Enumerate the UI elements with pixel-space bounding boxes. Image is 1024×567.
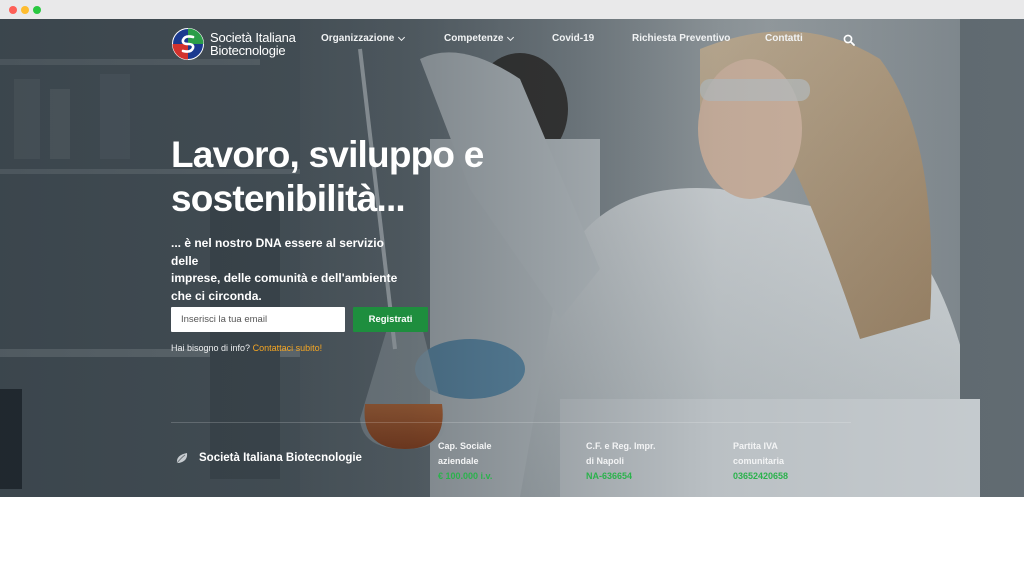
nav-item-label: Contatti bbox=[765, 33, 803, 44]
register-button[interactable]: Registrati bbox=[353, 307, 428, 332]
hero-subtitle-line-1: ... è nel nostro DNA essere al servizio … bbox=[171, 236, 384, 268]
email-input[interactable] bbox=[171, 307, 345, 332]
info-column-label: di Napoli bbox=[586, 456, 624, 466]
hero-dark-overlay bbox=[0, 19, 1024, 497]
hero-headline-line-2: sostenibilità... bbox=[171, 178, 406, 219]
nav-item-label: Organizzazione bbox=[321, 33, 395, 44]
browser-window: Società Italiana Biotecnologie Organizza… bbox=[0, 0, 1024, 567]
hero-headline-line-1: Lavoro, sviluppo e bbox=[171, 134, 484, 175]
logo-text: Società Italiana Biotecnologie bbox=[210, 31, 296, 57]
contact-now-link[interactable]: Contattaci subito! bbox=[253, 343, 323, 353]
nav-item-contatti[interactable]: Contatti bbox=[765, 33, 803, 44]
hero-subtitle-line-3: che ci circonda. bbox=[171, 288, 262, 303]
nav-item-competenze[interactable]: Competenze bbox=[444, 33, 515, 44]
nav-item-label: Richiesta Preventivo bbox=[632, 33, 731, 44]
nav-item-label: Competenze bbox=[444, 33, 504, 44]
hero-headline: Lavoro, sviluppo e sostenibilità... bbox=[171, 133, 511, 221]
info-column-label: comunitaria bbox=[733, 456, 785, 466]
info-column-capital: Cap. Sociale aziendale € 100.000 i.v. bbox=[438, 439, 492, 484]
close-window-button[interactable] bbox=[9, 6, 17, 14]
info-column-vat: Partita IVA comunitaria 03652420658 bbox=[733, 439, 788, 484]
nav-item-covid[interactable]: Covid-19 bbox=[552, 33, 594, 44]
minimize-window-button[interactable] bbox=[21, 6, 29, 14]
hero-section: Società Italiana Biotecnologie Organizza… bbox=[0, 19, 1024, 497]
logo-emblem-icon bbox=[172, 28, 204, 60]
maximize-window-button[interactable] bbox=[33, 6, 41, 14]
info-text: Hai bisogno di info? bbox=[171, 343, 251, 353]
info-column-value: NA-636654 bbox=[586, 471, 633, 481]
company-name: Società Italiana Biotecnologie bbox=[199, 452, 362, 464]
footer-divider bbox=[171, 422, 851, 423]
info-column-label: Partita IVA bbox=[733, 441, 778, 451]
nav-item-richiesta-preventivo[interactable]: Richiesta Preventivo bbox=[632, 33, 730, 44]
info-column-tax-code: C.F. e Reg. Impr. di Napoli NA-636654 bbox=[586, 439, 656, 484]
logo-line-2: Biotecnologie bbox=[210, 43, 286, 58]
nav-item-label: Covid-19 bbox=[552, 33, 595, 44]
chevron-down-icon bbox=[398, 33, 406, 41]
site-logo[interactable]: Società Italiana Biotecnologie bbox=[171, 27, 296, 61]
info-column-value: € 100.000 i.v. bbox=[438, 471, 493, 481]
leaf-icon bbox=[176, 453, 188, 464]
window-chrome bbox=[0, 0, 1024, 19]
info-column-value: 03652420658 bbox=[733, 471, 789, 481]
info-prompt: Hai bisogno di info? Contattaci subito! bbox=[171, 343, 322, 353]
nav-item-organizzazione[interactable]: Organizzazione bbox=[321, 33, 406, 44]
chevron-down-icon bbox=[507, 33, 515, 41]
company-block: Società Italiana Biotecnologie bbox=[175, 451, 362, 465]
info-column-label: C.F. e Reg. Impr. bbox=[586, 441, 656, 451]
info-column-label: Cap. Sociale bbox=[438, 441, 492, 451]
hero-subtitle-line-2: imprese, delle comunità e dell'ambiente bbox=[171, 271, 398, 285]
hero-subtitle: ... è nel nostro DNA essere al servizio … bbox=[171, 235, 401, 305]
search-icon[interactable] bbox=[843, 34, 855, 46]
info-column-label: aziendale bbox=[438, 456, 479, 466]
